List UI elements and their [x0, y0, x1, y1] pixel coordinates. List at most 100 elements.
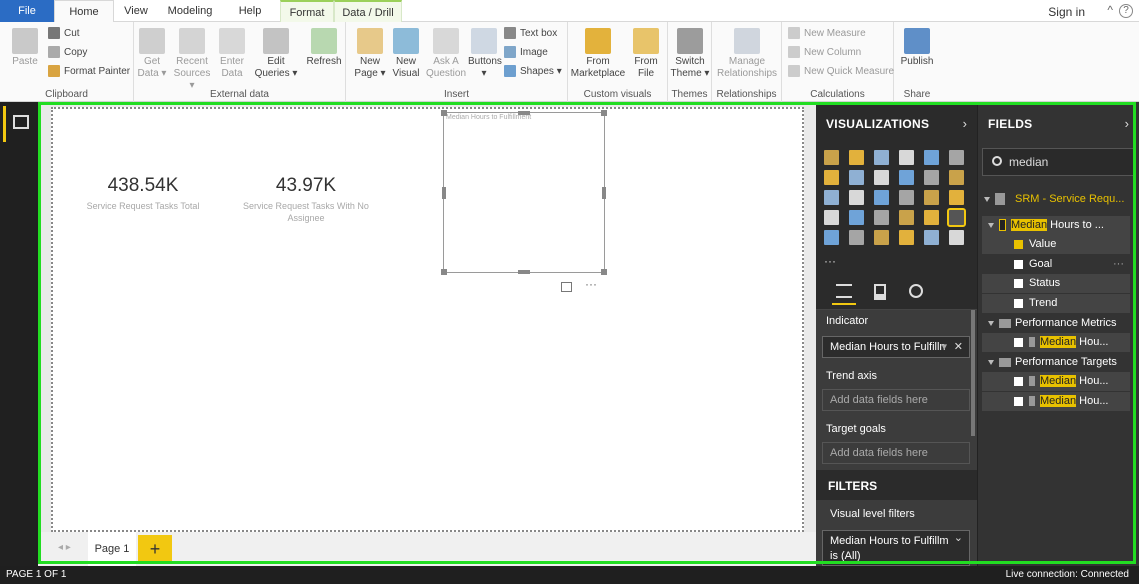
resize-handle[interactable] — [441, 269, 447, 275]
from-file-button[interactable]: From File — [628, 28, 664, 80]
card-visual[interactable]: 438.54K Service Request Tasks Total — [83, 175, 203, 212]
visual-type-icon[interactable] — [924, 150, 939, 165]
visual-type-icon[interactable] — [874, 210, 889, 225]
page-nav-arrows[interactable]: ◂ ▸ — [58, 542, 71, 553]
card-visual[interactable]: 43.97K Service Request Tasks With No Ass… — [240, 175, 372, 224]
visual-type-icon[interactable] — [949, 170, 964, 185]
fields-tab-icon[interactable] — [832, 281, 856, 305]
visual-type-icon[interactable] — [924, 230, 939, 245]
collapse-fields-icon[interactable]: › — [1125, 116, 1129, 131]
checkbox[interactable] — [1014, 396, 1023, 406]
visual-type-icon[interactable] — [824, 190, 839, 205]
page-tab-page-1[interactable]: Page 1 — [88, 532, 136, 566]
filter-card[interactable]: Median Hours to Fulfillm is (All) ⌄ — [822, 530, 970, 566]
visual-type-icon[interactable] — [899, 190, 914, 205]
publish-button[interactable]: Publish — [896, 28, 938, 68]
visual-type-icon[interactable] — [874, 170, 889, 185]
tab-view[interactable]: View — [114, 0, 158, 22]
image-button[interactable]: Image — [504, 45, 548, 61]
visual-type-icon[interactable] — [924, 190, 939, 205]
help-icon[interactable]: ? — [1119, 4, 1133, 18]
resize-handle[interactable] — [518, 270, 530, 274]
new-quick-measure-button[interactable]: New Quick Measure — [788, 64, 894, 80]
copy-button[interactable]: Copy — [48, 45, 87, 61]
field-item[interactable]: Median Hou... — [982, 392, 1130, 411]
tab-modeling[interactable]: Modeling — [160, 0, 220, 22]
tab-file[interactable]: File — [0, 0, 54, 22]
visual-type-icon[interactable] — [949, 150, 964, 165]
resize-handle[interactable] — [442, 187, 446, 199]
trend-axis-well[interactable]: Add data fields here — [822, 389, 970, 411]
cut-button[interactable]: Cut — [48, 26, 80, 42]
resize-handle[interactable] — [441, 110, 447, 116]
new-page-button[interactable]: New Page ▾ — [354, 28, 386, 80]
field-item[interactable]: Median Hou... — [982, 372, 1130, 391]
shapes-button[interactable]: Shapes ▾ — [504, 64, 562, 80]
manage-relationships-button[interactable]: Manage Relationships — [714, 28, 780, 80]
visual-type-icon[interactable] — [874, 190, 889, 205]
field-item[interactable]: Median Hou... — [982, 333, 1130, 352]
new-column-button[interactable]: New Column — [788, 45, 861, 61]
checkbox[interactable] — [1014, 259, 1023, 269]
resize-handle[interactable] — [601, 110, 607, 116]
visual-type-icon[interactable] — [849, 190, 864, 205]
visual-type-icon[interactable] — [899, 210, 914, 225]
collapse-ribbon-button[interactable]: ^ — [1107, 3, 1113, 17]
visual-type-icon[interactable] — [824, 170, 839, 185]
from-marketplace-button[interactable]: From Marketplace — [570, 28, 626, 80]
kpi-child-goal[interactable]: Goal ··· — [982, 255, 1130, 274]
new-visual-button[interactable]: New Visual — [390, 28, 422, 80]
resize-handle[interactable] — [518, 111, 530, 115]
folder-performance-targets[interactable]: Performance Targets — [988, 353, 1134, 372]
format-painter-button[interactable]: Format Painter — [48, 64, 130, 80]
checkbox[interactable] — [1014, 298, 1023, 308]
visual-type-icon[interactable] — [899, 170, 914, 185]
pane-scrollbar[interactable] — [971, 310, 975, 436]
analytics-tab-icon[interactable] — [904, 281, 928, 305]
indicator-well[interactable]: Median Hours to Fulfilln ▾ ✕ — [822, 336, 970, 358]
visual-type-icon[interactable] — [899, 230, 914, 245]
resize-handle[interactable] — [602, 187, 606, 199]
kpi-child-value[interactable]: Value — [982, 235, 1130, 254]
visual-type-icon[interactable] — [849, 230, 864, 245]
tab-help[interactable]: Help — [228, 0, 272, 22]
visual-type-icon[interactable] — [947, 208, 966, 227]
tab-home[interactable]: Home — [54, 0, 114, 23]
focus-mode-icon[interactable] — [561, 282, 572, 292]
kpi-child-trend[interactable]: Trend — [982, 294, 1130, 313]
switch-theme-button[interactable]: Switch Theme ▾ — [670, 28, 710, 80]
kpi-child-status[interactable]: Status — [982, 274, 1130, 293]
checkbox[interactable] — [1014, 239, 1023, 249]
visual-type-icon[interactable] — [849, 170, 864, 185]
fields-search-input[interactable]: median — [982, 148, 1136, 176]
recent-sources-button[interactable]: Recent Sources ▾ — [170, 28, 214, 92]
visual-type-icon[interactable] — [824, 210, 839, 225]
refresh-button[interactable]: Refresh — [304, 28, 344, 68]
buttons-button[interactable]: Buttons ▾ — [468, 28, 502, 80]
folder-performance-metrics[interactable]: Performance Metrics — [988, 314, 1134, 333]
checkbox[interactable] — [1014, 376, 1023, 386]
collapse-visualizations-icon[interactable]: › — [963, 116, 967, 131]
visual-type-icon[interactable] — [899, 150, 914, 165]
visual-type-icon[interactable] — [874, 230, 889, 245]
report-page[interactable]: 438.54K Service Request Tasks Total 43.9… — [51, 107, 804, 532]
indicator-field-pill[interactable]: Median Hours to Fulfilln — [830, 341, 946, 353]
enter-data-button[interactable]: Enter Data — [216, 28, 248, 80]
sign-in-link[interactable]: Sign in — [1048, 5, 1085, 19]
close-icon[interactable]: ✕ — [954, 337, 963, 357]
target-goals-well[interactable]: Add data fields here — [822, 442, 970, 464]
kpi-visual[interactable]: Median Hours to Fulfillment — [441, 110, 607, 275]
tab-data-drill[interactable]: Data / Drill — [334, 0, 402, 22]
text-box-button[interactable]: Text box — [504, 26, 557, 42]
visual-type-icon[interactable] — [824, 150, 839, 165]
resize-handle[interactable] — [601, 269, 607, 275]
ask-question-button[interactable]: Ask A Question — [426, 28, 466, 80]
more-visuals-icon[interactable]: ··· — [824, 254, 836, 268]
paste-button[interactable]: Paste — [8, 28, 42, 68]
report-view-button[interactable] — [3, 106, 35, 142]
chevron-down-icon[interactable]: ▾ — [941, 337, 947, 357]
more-options-icon[interactable]: ··· — [1113, 255, 1124, 274]
checkbox[interactable] — [1014, 337, 1023, 347]
edit-queries-button[interactable]: Edit Queries ▾ — [254, 28, 298, 80]
more-options-icon[interactable]: ··· — [585, 277, 597, 291]
